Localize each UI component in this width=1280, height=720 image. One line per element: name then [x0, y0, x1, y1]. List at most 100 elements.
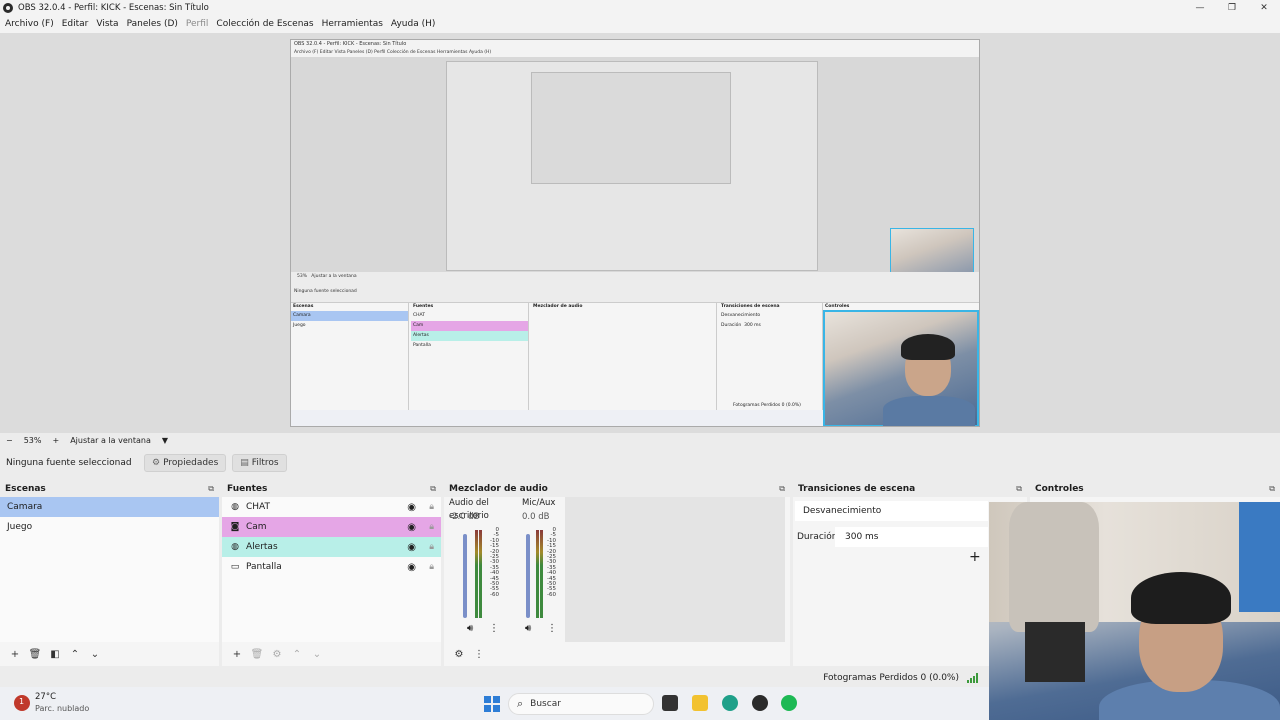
- weather-widget[interactable]: 27°C Parc. nublado: [14, 692, 89, 714]
- undock-icon[interactable]: ⧉: [1269, 484, 1275, 494]
- channel-db: 0.0 dB: [522, 512, 550, 522]
- source-item-cam[interactable]: ◙ Cam ◉ 🔒︎: [222, 517, 441, 537]
- advanced-audio-gear-icon[interactable]: ⚙: [449, 649, 469, 660]
- menu-coleccion-escenas[interactable]: Colección de Escenas: [212, 19, 317, 29]
- undock-icon[interactable]: ⧉: [1016, 484, 1022, 494]
- menu-ayuda[interactable]: Ayuda (H): [387, 19, 439, 29]
- fit-window-label[interactable]: Ajustar a la ventana: [70, 436, 151, 445]
- source-properties-gear-icon[interactable]: ⚙: [267, 649, 287, 660]
- canvas-preview[interactable]: OBS 32.0.4 - Perfil: KICK - Escenas: Sin…: [290, 39, 980, 427]
- windows-taskbar: 27°C Parc. nublado ⌕ Buscar: [0, 687, 989, 720]
- mixer-menu-icon[interactable]: ⋮: [469, 649, 489, 660]
- volume-slider[interactable]: [463, 534, 467, 618]
- canvas-mini-zoombar: 53% Ajustar a la ventana: [291, 272, 979, 282]
- close-button[interactable]: ✕: [1248, 0, 1280, 15]
- taskbar-search[interactable]: ⌕ Buscar: [508, 693, 654, 715]
- mixer-title: Mezclador de audio: [449, 483, 548, 494]
- scene-item-juego[interactable]: Juego: [0, 517, 219, 537]
- lock-icon[interactable]: 🔒︎: [429, 562, 434, 572]
- obs-taskbar-icon[interactable]: [752, 695, 768, 711]
- move-up-icon[interactable]: ⌃: [65, 649, 85, 660]
- controls-dock: Controles ⧉: [1030, 480, 1280, 502]
- task-view-icon[interactable]: [662, 695, 678, 711]
- undock-icon[interactable]: ⧉: [208, 484, 214, 494]
- menu-bar: Archivo (F) Editar Vista Paneles (D) Per…: [0, 15, 1280, 33]
- filters-button[interactable]: ▤ Filtros: [232, 454, 287, 472]
- source-item-alertas[interactable]: ◍ Alertas ◉ 🔒︎: [222, 537, 441, 557]
- canvas-trans-sel: Desvanecimiento: [721, 313, 761, 318]
- remove-source-icon[interactable]: 🗑: [247, 649, 267, 660]
- edge-browser-icon[interactable]: [722, 695, 738, 711]
- undock-icon[interactable]: ⧉: [779, 484, 785, 494]
- volume-slider[interactable]: [526, 534, 530, 618]
- scene-item-camara[interactable]: Camara: [0, 497, 219, 517]
- no-source-label: Ninguna fuente seleccionad: [6, 458, 132, 468]
- canvas-src-1: CHAT: [413, 313, 426, 318]
- add-source-button[interactable]: +: [227, 649, 247, 660]
- meter-scale: 0 -5 -10 -15 -20 -25 -30 -35 -40 -45 -50 -55 -60: [490, 527, 499, 598]
- channel-name: Audio del escritorio: [449, 498, 489, 521]
- properties-button[interactable]: ⚙ Propiedades: [144, 454, 227, 472]
- visibility-eye-icon[interactable]: ◉: [407, 502, 416, 513]
- canvas-scene-1: Camara: [291, 311, 408, 321]
- zoom-out-button[interactable]: −: [6, 436, 13, 445]
- controls-title: Controles: [1035, 483, 1084, 494]
- mixer-empty-area: [565, 497, 785, 642]
- canvas-scene-2: Juego: [293, 323, 306, 328]
- menu-archivo[interactable]: Archivo (F): [1, 19, 58, 29]
- move-up-icon[interactable]: ⌃: [287, 649, 307, 660]
- obs-logo-icon: [3, 2, 13, 13]
- menu-vista[interactable]: Vista: [92, 19, 122, 29]
- lock-icon[interactable]: 🔒︎: [429, 542, 434, 552]
- menu-paneles[interactable]: Paneles (D): [123, 19, 182, 29]
- spotify-icon[interactable]: [781, 695, 797, 711]
- sources-title: Fuentes: [227, 483, 268, 494]
- webcam-overlay: [989, 502, 1280, 720]
- zoom-in-button[interactable]: +: [52, 436, 59, 445]
- canvas-trans-dur: Duración 300 ms: [721, 323, 761, 328]
- windows-start-icon[interactable]: [484, 696, 500, 712]
- add-transition-button[interactable]: +: [969, 549, 981, 565]
- preview-area[interactable]: OBS 32.0.4 - Perfil: KICK - Escenas: Sin…: [0, 33, 1280, 433]
- audio-meter: [475, 530, 483, 618]
- channel-menu-icon[interactable]: ⋮: [547, 623, 557, 634]
- remove-scene-icon[interactable]: 🗑: [25, 649, 45, 660]
- move-down-icon[interactable]: ⌄: [85, 649, 105, 660]
- lock-icon[interactable]: 🔒︎: [429, 522, 434, 532]
- canvas-src-2: Cam: [411, 321, 528, 331]
- mixer-channel-desktop: Audio del escritorio -2.0 dB 0 -5 -10 -15 -2…: [449, 497, 519, 642]
- move-down-icon[interactable]: ⌄: [307, 649, 327, 660]
- maximize-button[interactable]: ❐: [1216, 0, 1248, 15]
- speaker-icon[interactable]: 🔊︎: [525, 623, 531, 634]
- menu-herramientas[interactable]: Herramientas: [318, 19, 387, 29]
- menu-editar[interactable]: Editar: [58, 19, 93, 29]
- speaker-icon[interactable]: 🔊︎: [467, 623, 473, 634]
- scene-filters-icon[interactable]: ◧: [45, 649, 65, 660]
- lock-icon[interactable]: 🔒︎: [429, 502, 434, 512]
- zoom-dropdown-icon[interactable]: ▼: [162, 436, 168, 445]
- globe-icon: ◍: [231, 542, 239, 552]
- menu-perfil[interactable]: Perfil: [182, 19, 213, 29]
- camera-icon: ◙: [230, 522, 240, 532]
- file-explorer-icon[interactable]: [692, 695, 708, 711]
- monitor-icon: ▭: [230, 562, 240, 572]
- canvas-webcam: [823, 310, 979, 426]
- title-bar: OBS 32.0.4 - Perfil: KICK - Escenas: Sin…: [0, 0, 1280, 15]
- add-scene-button[interactable]: +: [5, 649, 25, 660]
- canvas-trans-hdr: Transiciones de escena: [721, 304, 780, 309]
- scenes-dock: Escenas ⧉ Camara Juego + 🗑 ◧ ⌃ ⌄: [0, 480, 219, 666]
- source-item-pantalla[interactable]: ▭ Pantalla ◉ 🔒︎: [222, 557, 441, 577]
- visibility-eye-icon[interactable]: ◉: [407, 562, 416, 573]
- transition-select[interactable]: Desvanecimiento: [795, 501, 988, 521]
- visibility-eye-icon[interactable]: ◉: [407, 542, 416, 553]
- undock-icon[interactable]: ⧉: [430, 484, 436, 494]
- channel-menu-icon[interactable]: ⋮: [489, 623, 499, 634]
- signal-strength-icon: [967, 673, 979, 683]
- mixer-channel-mic: Mic/Aux 0.0 dB 0 -5 -10 -15 -20 -25 -30 -35 -40-…: [522, 497, 564, 642]
- duration-input[interactable]: 300 ms: [835, 527, 988, 547]
- minimize-button[interactable]: —: [1184, 0, 1216, 15]
- canvas-scenes-hdr: Escenas: [293, 304, 314, 309]
- source-item-chat[interactable]: ◍ CHAT ◉ 🔒︎: [222, 497, 441, 517]
- visibility-eye-icon[interactable]: ◉: [407, 522, 416, 533]
- zoom-level: 53%: [23, 435, 42, 445]
